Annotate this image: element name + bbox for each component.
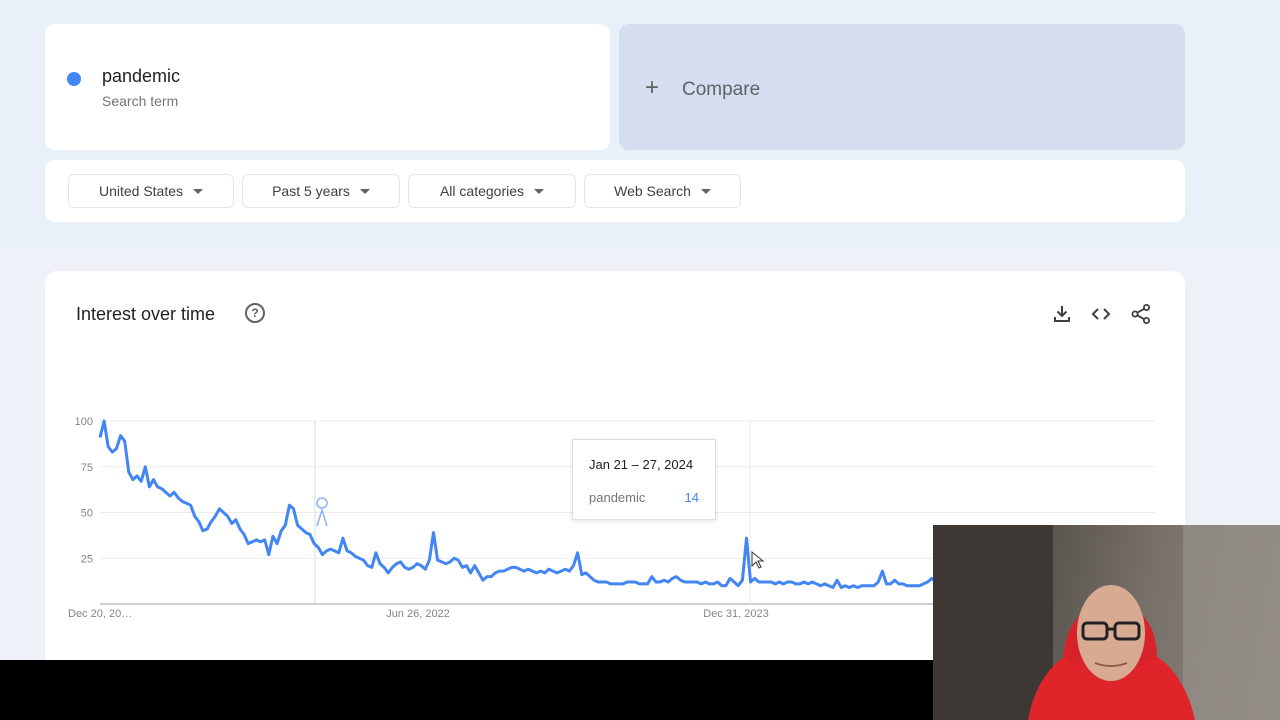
search-term-card[interactable]	[45, 24, 610, 150]
x-tick-label: Jun 26, 2022	[386, 608, 450, 620]
search-type-filter-label: Web Search	[614, 183, 691, 199]
mouse-cursor-icon	[751, 550, 765, 569]
compare-label: Compare	[682, 79, 761, 100]
chevron-down-icon	[534, 188, 545, 194]
help-circle-icon[interactable]: ?	[245, 303, 265, 323]
x-tick-label: Dec 31, 2023	[703, 608, 768, 620]
time-filter-label: Past 5 years	[272, 183, 350, 199]
search-type-filter[interactable]: Web Search	[584, 174, 741, 208]
share-icon[interactable]	[1130, 303, 1152, 325]
tooltip-value: 14	[684, 490, 699, 505]
y-tick-label: 50	[81, 508, 93, 520]
presenter-video	[933, 525, 1280, 720]
x-tick-label: Dec 20, 20…	[68, 608, 132, 620]
time-filter[interactable]: Past 5 years	[242, 174, 400, 208]
search-term-subtitle: Search term	[102, 93, 179, 109]
category-filter[interactable]: All categories	[408, 174, 576, 208]
search-term-name[interactable]: pandemic	[102, 66, 180, 87]
region-filter-label: United States	[98, 183, 184, 199]
chevron-down-icon	[700, 188, 711, 194]
webcam-overlay	[933, 525, 1280, 720]
chart-tooltip: Jan 21 – 27, 2024 pandemic 14	[572, 439, 716, 520]
y-tick-label: 100	[75, 416, 93, 428]
embed-code-icon[interactable]	[1090, 303, 1112, 325]
term-color-dot	[67, 72, 81, 86]
panel-title: Interest over time	[76, 304, 216, 324]
chevron-down-icon	[359, 188, 370, 194]
chevron-down-icon	[193, 188, 204, 194]
plus-icon: +	[645, 74, 660, 101]
y-tick-label: 75	[81, 462, 93, 474]
tooltip-term: pandemic	[589, 490, 646, 505]
y-tick-label: 25	[81, 553, 93, 565]
tooltip-date: Jan 21 – 27, 2024	[589, 457, 694, 472]
download-icon[interactable]	[1051, 303, 1073, 325]
category-filter-label: All categories	[439, 183, 525, 199]
series-line-pandemic	[98, 419, 942, 589]
region-filter[interactable]: United States	[68, 174, 234, 208]
